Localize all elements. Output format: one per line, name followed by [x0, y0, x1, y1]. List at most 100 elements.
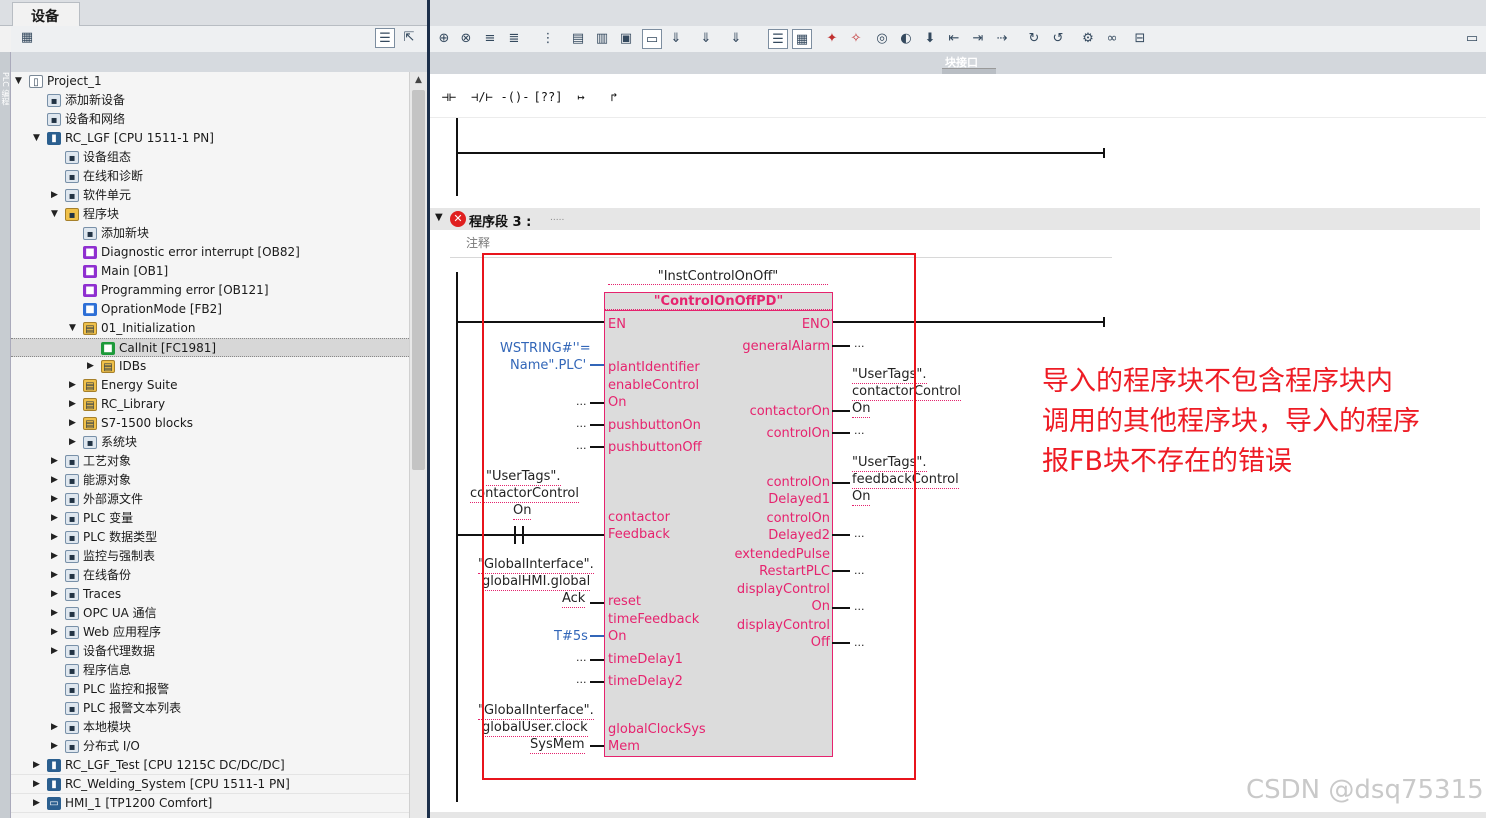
list-view-icon[interactable]: ☰	[375, 28, 395, 48]
tree-item[interactable]: ▶ ▭ HMI_1 [TP1200 Comfort]	[11, 794, 409, 813]
expand-arrow-icon[interactable]: ▶	[51, 718, 61, 737]
tree-item[interactable]: ▼ ▤ 01_Initialization	[11, 319, 409, 338]
tree-item[interactable]: ■ Main [OB1]	[11, 262, 409, 281]
expand-arrow-icon[interactable]: ▶	[69, 376, 79, 395]
collapse-arrow-icon[interactable]: ▼	[33, 129, 43, 148]
tree-item[interactable]: ▪ 添加新设备	[11, 91, 409, 110]
tree-item[interactable]: ▶ ▪ 本地模块	[11, 718, 409, 737]
block-call-icon[interactable]: ▦	[792, 29, 812, 49]
tree-item[interactable]: ▶ ▪ 软件单元	[11, 186, 409, 205]
tree-item[interactable]: ▶ ▪ 工艺对象	[11, 452, 409, 471]
expand-arrow-icon[interactable]: ▶	[51, 490, 61, 509]
tree-item[interactable]: ▪ 设备和网络	[11, 110, 409, 129]
close-branch-button[interactable]: ↱	[599, 83, 629, 111]
collapse-arrow-icon[interactable]: ▼	[15, 72, 25, 91]
delete-network-icon[interactable]: ⊗	[456, 29, 476, 49]
comments-toggle-icon[interactable]: ▭	[642, 29, 662, 49]
tree-item[interactable]: ▶ ▪ Traces	[11, 585, 409, 604]
expand-arrow-icon[interactable]: ▶	[51, 471, 61, 490]
coil-button[interactable]: -()-	[500, 83, 530, 111]
tree-item[interactable]: ■ Programming error [OB121]	[11, 281, 409, 300]
force-value-icon[interactable]: ⇢	[992, 29, 1012, 49]
collapse-arrow-icon[interactable]: ▼	[51, 205, 61, 224]
expand-arrow-icon[interactable]: ▶	[87, 357, 97, 376]
toggle-panel-icon[interactable]: ▭	[1462, 29, 1482, 49]
call-hierarchy-icon[interactable]: ⚙	[1078, 29, 1098, 49]
tree-item[interactable]: ▶ ▪ OPC UA 通信	[11, 604, 409, 623]
tree-item[interactable]: ▶ ▮ RC_LGF_Test [CPU 1215C DC/DC/DC]	[11, 756, 409, 775]
tree-item[interactable]: ▶ ▤ S7-1500 blocks	[11, 414, 409, 433]
tree-scrollbar[interactable]: ▲	[409, 72, 427, 818]
tree-item[interactable]: ▪ 设备组态	[11, 148, 409, 167]
expand-arrow-icon[interactable]: ▶	[51, 642, 61, 661]
abs-symbol-icon[interactable]: ⋮	[538, 29, 558, 49]
open-networks-icon[interactable]: ▤	[568, 29, 588, 49]
tree-item[interactable]: ▶ ▪ 监控与强制表	[11, 547, 409, 566]
step-icon[interactable]: ↺	[1048, 29, 1068, 49]
tree-item[interactable]: ▶ ▪ 系统块	[11, 433, 409, 452]
tree-item[interactable]: ▼ ▮ RC_LGF [CPU 1511-1 PN]	[11, 129, 409, 148]
tree-item[interactable]: ▼ ▪ 程序块	[11, 205, 409, 224]
nc-contact-button[interactable]: ⊣/⊢	[467, 83, 497, 111]
scroll-thumb[interactable]	[412, 90, 425, 470]
tree-item[interactable]: ■ Diagnostic error interrupt [OB82]	[11, 243, 409, 262]
tree-item[interactable]: ▪ 程序信息	[11, 661, 409, 680]
tree-options-icon[interactable]: ▦	[17, 28, 37, 48]
scroll-up-icon[interactable]: ▲	[410, 72, 427, 89]
tree-item[interactable]: ▶ ▤ Energy Suite	[11, 376, 409, 395]
tree-item[interactable]: ▶ ▪ 能源对象	[11, 471, 409, 490]
download-icon[interactable]: ⬇	[920, 29, 940, 49]
glasses-icon[interactable]: ∞	[1102, 29, 1122, 49]
tree-item[interactable]: ▪ PLC 监控和报警	[11, 680, 409, 699]
tag-info-icon[interactable]: ⇓	[696, 29, 716, 49]
expand-arrow-icon[interactable]: ▶	[69, 395, 79, 414]
expand-arrow-icon[interactable]: ▶	[51, 623, 61, 642]
tree-item[interactable]: ▶ ▪ 在线备份	[11, 566, 409, 585]
network-3-header[interactable]: ▼ ✕ 程序段 3 : .....	[430, 208, 1480, 230]
next-error-icon[interactable]: ✧	[846, 29, 866, 49]
set-value-icon[interactable]: ⇥	[968, 29, 988, 49]
tree-item[interactable]: ▶ ▪ 外部源文件	[11, 490, 409, 509]
tab-devices[interactable]: 设备	[12, 2, 80, 26]
list-icon[interactable]: ☰	[768, 29, 788, 49]
expand-arrow-icon[interactable]: ▶	[51, 509, 61, 528]
tree-item[interactable]: ▶ ▪ 分布式 I/O	[11, 737, 409, 756]
close-networks-icon[interactable]: ▥	[592, 29, 612, 49]
monitor-icon[interactable]: ◎	[872, 29, 892, 49]
insert-network-icon[interactable]: ⊕	[434, 29, 454, 49]
expand-arrow-icon[interactable]: ▶	[51, 737, 61, 756]
append-row-icon[interactable]: ≣	[504, 29, 524, 49]
no-contact-button[interactable]: ⊣⊢	[434, 83, 464, 111]
tree-item[interactable]: ▶ ▪ PLC 变量	[11, 509, 409, 528]
tree-item[interactable]: ▪ 在线和诊断	[11, 167, 409, 186]
expand-arrow-icon[interactable]: ▶	[69, 414, 79, 433]
go-to-error-icon[interactable]: ✦	[822, 29, 842, 49]
lock-icon[interactable]: ⊟	[1130, 29, 1150, 49]
expand-arrow-icon[interactable]: ▶	[33, 756, 43, 775]
expand-arrow-icon[interactable]: ▶	[51, 452, 61, 471]
open-branch-button[interactable]: ↦	[566, 83, 596, 111]
expand-arrow-icon[interactable]: ▶	[51, 186, 61, 205]
absolute-operand-icon[interactable]: ⇓	[726, 29, 746, 49]
expand-arrow-icon[interactable]: ▶	[51, 566, 61, 585]
network-comment[interactable]: 注释	[466, 234, 490, 251]
empty-box-button[interactable]: [??]	[533, 83, 563, 111]
expand-arrow-icon[interactable]: ▶	[33, 794, 43, 813]
tree-item[interactable]: ▶ ▮ RC_Welding_System [CPU 1511-1 PN]	[11, 775, 409, 794]
expand-arrow-icon[interactable]: ▶	[51, 585, 61, 604]
tree-item[interactable]: ▪ 添加新块	[11, 224, 409, 243]
expand-arrow-icon[interactable]: ▶	[51, 547, 61, 566]
expand-arrow-icon[interactable]: ▶	[69, 433, 79, 452]
network-title-placeholder[interactable]: .....	[550, 213, 564, 223]
tree-item[interactable]: ▶ ▪ Web 应用程序	[11, 623, 409, 642]
operand-representation-icon[interactable]: ⇓	[666, 29, 686, 49]
collapse-arrow-icon[interactable]: ▼	[69, 319, 79, 338]
single-step-icon[interactable]: ⇤	[944, 29, 964, 49]
compare-icon[interactable]: ◐	[896, 29, 916, 49]
expand-arrow-icon[interactable]: ▶	[51, 604, 61, 623]
expand-arrow-icon[interactable]: ▶	[51, 528, 61, 547]
favorites-icon[interactable]: ▣	[616, 29, 636, 49]
export-icon[interactable]: ⇱	[399, 28, 419, 48]
insert-row-icon[interactable]: ≡	[480, 29, 500, 49]
plc-programming-strip[interactable]: PLC 编程	[0, 52, 11, 818]
